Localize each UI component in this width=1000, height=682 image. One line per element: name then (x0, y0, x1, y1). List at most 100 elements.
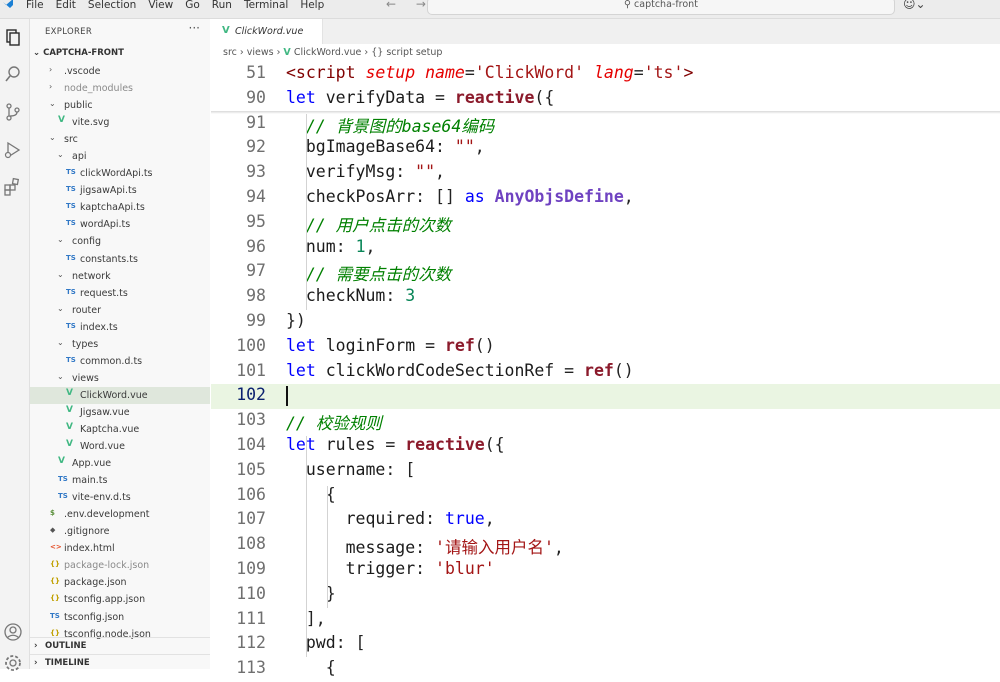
tree-file[interactable]: {} package.json (30, 574, 210, 591)
account-icon[interactable] (2, 621, 24, 643)
tree-file[interactable]: <> index.html (30, 540, 210, 557)
tree-file[interactable]: TS index.ts (30, 319, 210, 336)
code-line[interactable]: 97 // 需要点击的次数 (211, 260, 1000, 285)
run-debug-icon[interactable] (2, 139, 24, 161)
code-line[interactable]: 106 { (211, 484, 1000, 509)
code-line[interactable]: 51 <script setup name='ClickWord' lang='t… (211, 62, 1000, 87)
tree-folder[interactable]: ⌄ router (30, 302, 210, 319)
tree-folder[interactable]: › node_modules (30, 80, 210, 97)
tree-folder[interactable]: ⌄ network (30, 268, 210, 285)
tree-folder[interactable]: ⌄ config (30, 233, 210, 250)
code-line[interactable]: 92 bgImageBase64: "", (211, 136, 1000, 161)
tree-item-label: App.vue (72, 458, 112, 470)
workspace-root-label: CAPTCHA-FRONT (43, 48, 124, 58)
tree-folder[interactable]: ⌄ public (30, 97, 210, 114)
menu-item-help[interactable]: Help (300, 0, 324, 11)
search-icon[interactable] (2, 63, 24, 85)
breadcrumb-views[interactable]: views (247, 47, 274, 58)
code-line[interactable]: 105 username: [ (211, 459, 1000, 484)
code-line[interactable]: 90 let verifyData = reactive({ (211, 86, 1000, 112)
code-line[interactable]: 93 verifyMsg: "", (211, 161, 1000, 186)
tree-file[interactable]: V Word.vue (30, 438, 210, 455)
tree-file[interactable]: TS clickWordApi.ts (30, 165, 210, 182)
source-control-icon[interactable] (2, 101, 24, 123)
tree-file[interactable]: Vvite.svg (30, 114, 210, 131)
tree-file[interactable]: V Jigsaw.vue (30, 404, 210, 421)
tab-clickword-vue[interactable]: V ClickWord.vue (211, 19, 323, 44)
tree-file[interactable]: TS request.ts (30, 285, 210, 302)
settings-gear-icon[interactable] (2, 652, 24, 674)
code-line[interactable]: 100 let loginForm = ref() (211, 335, 1000, 360)
command-center-text: captcha-front (634, 0, 698, 10)
code-line[interactable]: 95 // 用户点击的次数 (211, 211, 1000, 236)
outline-section[interactable]: › OUTLINE (30, 637, 210, 655)
indent-guide (306, 113, 307, 310)
code-line[interactable]: 109 trigger: 'blur' (211, 558, 1000, 583)
tree-item-label: request.ts (80, 287, 128, 299)
tree-file[interactable]: TS jigsawApi.ts (30, 182, 210, 199)
command-center-search[interactable]: ⚲ captcha-front (427, 0, 895, 15)
code-line[interactable]: 94 checkPosArr: [] as AnyObjsDefine, (211, 186, 1000, 211)
tree-file[interactable]: TS common.d.ts (30, 353, 210, 370)
code-line[interactable]: 113 { (211, 657, 1000, 682)
code-line[interactable]: 104 let rules = reactive({ (211, 434, 1000, 459)
line-number: 107 (236, 509, 266, 529)
breadcrumb-src[interactable]: src (223, 47, 237, 58)
tree-file[interactable]: TS tsconfig.json (30, 609, 210, 626)
code-line[interactable]: 98 checkNum: 3 (211, 285, 1000, 310)
menu-item-run[interactable]: Run (212, 0, 232, 11)
tree-file[interactable]: {} tsconfig.app.json (30, 591, 210, 608)
more-actions-icon[interactable]: ··· (189, 21, 200, 35)
back-arrow-icon[interactable]: ← (386, 0, 396, 11)
tree-file[interactable]: V App.vue (30, 455, 210, 472)
line-number: 96 (246, 236, 266, 256)
menu-item-go[interactable]: Go (185, 0, 200, 11)
breadcrumb-file[interactable]: ClickWord.vue (294, 47, 362, 58)
tree-file[interactable]: TS main.ts (30, 472, 210, 489)
code-line[interactable]: 107 required: true, (211, 508, 1000, 533)
tree-file[interactable]: $ .env.development (30, 506, 210, 523)
code-line[interactable]: 111 ], (211, 608, 1000, 633)
code-line[interactable]: 91 // 背景图的base64编码 (211, 112, 1000, 137)
code-line[interactable]: 110 } (211, 583, 1000, 608)
tsjson-file-icon: TS (50, 611, 60, 620)
tree-folder[interactable]: ⌄ types (30, 336, 210, 353)
tree-file[interactable]: {} package-lock.json (30, 557, 210, 574)
tree-item-label: package.json (64, 577, 127, 589)
extensions-icon[interactable] (2, 176, 24, 198)
menu-item-selection[interactable]: Selection (88, 0, 136, 11)
tree-folder[interactable]: ⌄ views (30, 370, 210, 387)
code-line[interactable]: 103 // 校验规则 (211, 409, 1000, 434)
breadcrumb-symbol[interactable]: {} script setup (371, 47, 442, 58)
tree-file[interactable]: TS wordApi.ts (30, 216, 210, 233)
tree-file[interactable]: ◆ .gitignore (30, 523, 210, 540)
menu-item-file[interactable]: File (26, 0, 44, 11)
code-editor[interactable]: 51 <script setup name='ClickWord' lang='t… (211, 62, 1000, 677)
tree-file[interactable]: TS constants.ts (30, 251, 210, 268)
workspace-root-folder[interactable]: ⌄ CAPTCHA-FRONT (33, 48, 124, 58)
code-line[interactable]: 112 pwd: [ (211, 632, 1000, 657)
code-line[interactable]: 108 message: '请输入用户名', (211, 533, 1000, 558)
tree-file[interactable]: V Kaptcha.vue (30, 421, 210, 438)
copilot-icon[interactable]: ☺⌄ (903, 0, 926, 11)
code-line[interactable]: 99}) (211, 310, 1000, 335)
title-bar: File Edit Selection View Go Run Terminal Help ←… (0, 0, 1000, 19)
menu-item-terminal[interactable]: Terminal (244, 0, 288, 11)
tree-folder[interactable]: ⌄ src (30, 131, 210, 148)
forward-arrow-icon[interactable]: → (416, 0, 426, 11)
explorer-icon[interactable] (2, 26, 24, 48)
menu-item-edit[interactable]: Edit (56, 0, 76, 11)
timeline-section[interactable]: › TIMELINE (30, 654, 210, 672)
tree-file[interactable]: TS kaptchaApi.ts (30, 199, 210, 216)
html-file-icon: <> (50, 543, 62, 552)
code-line[interactable]: 96 num: 1, (211, 236, 1000, 261)
current-code-line[interactable]: 102 (211, 384, 1000, 410)
tree-file[interactable]: TS vite-env.d.ts (30, 489, 210, 506)
chevron-down-icon: ⌄ (57, 150, 64, 160)
menu-item-view[interactable]: View (148, 0, 173, 11)
tree-folder[interactable]: › .vscode (30, 63, 210, 80)
tree-folder[interactable]: ⌄ api (30, 148, 210, 165)
code-line[interactable]: 101 let clickWordCodeSectionRef = ref() (211, 360, 1000, 385)
tree-item-label: index.html (64, 543, 115, 555)
tree-file[interactable]: V ClickWord.vue (30, 386, 210, 404)
